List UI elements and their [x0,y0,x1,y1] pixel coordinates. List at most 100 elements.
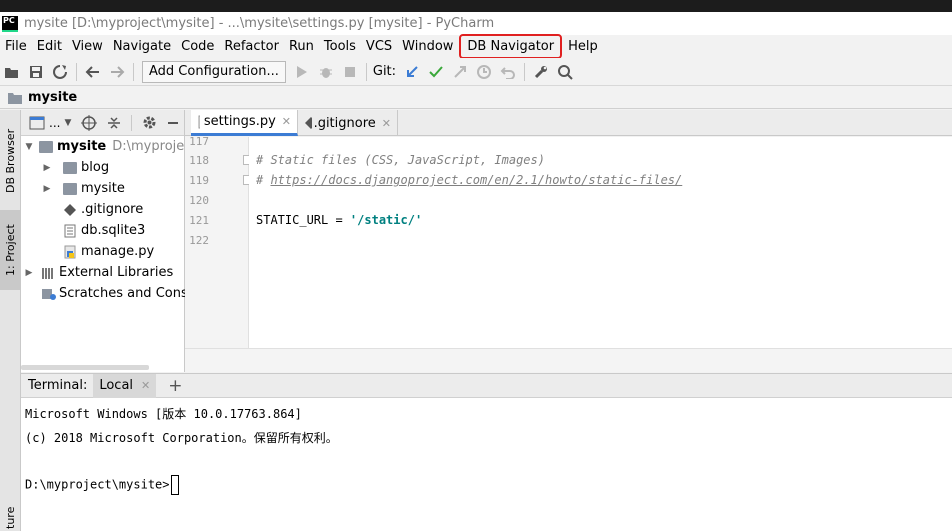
menu-bar: File Edit View Navigate Code Refactor Ru… [0,34,952,59]
terminal-title: Terminal: [28,378,88,393]
add-configuration-button[interactable]: Add Configuration... [142,60,286,83]
breadcrumb-project[interactable]: mysite [28,90,77,105]
tree-item-external-libraries[interactable]: ▶ External Libraries [23,262,174,283]
wrench-settings-icon[interactable] [530,61,552,83]
stop-icon[interactable] [339,61,361,83]
git-commit-icon[interactable] [425,61,447,83]
close-icon[interactable]: ✕ [141,379,150,392]
pycharm-logo-icon: PC [2,15,18,32]
tab-label: .gitignore [313,115,376,131]
menu-view[interactable]: View [67,35,108,58]
python-file-icon [64,245,76,258]
sync-icon[interactable] [49,61,71,83]
forward-arrow-icon[interactable] [106,61,128,83]
tree-item-label: .gitignore [81,202,144,217]
docs-link[interactable]: https://docs.djangoproject.com/en/2.1/ho… [270,173,682,187]
navigation-bar: mysite [0,87,952,109]
menu-vcs[interactable]: VCS [361,35,397,58]
collapse-all-icon[interactable] [107,115,121,131]
toolbar-separator [524,62,526,81]
tab-settings-py[interactable]: settings.py ✕ [191,110,298,136]
horizontal-scrollbar[interactable] [21,365,149,370]
folder-icon [63,161,77,174]
history-icon[interactable] [473,61,495,83]
terminal-header: Terminal: Local ✕ + [21,373,952,398]
menu-tools[interactable]: Tools [319,35,361,58]
close-icon[interactable]: ✕ [382,117,391,130]
menu-db-navigator[interactable]: DB Navigator [459,34,563,59]
header-separator [131,114,133,131]
title-bar: PC mysite [D:\myproject\mysite] - ...\my… [0,12,952,35]
code-text: STATIC_URL = [256,213,350,227]
back-arrow-icon[interactable] [82,61,104,83]
line-number: 119 [189,174,209,187]
tree-item-blog[interactable]: ▶ blog [41,157,110,178]
collapsed-arrow-icon[interactable]: ▶ [41,184,53,194]
menu-code[interactable]: Code [176,35,219,58]
terminal-line: Microsoft Windows [版本 10.0.17763.864] [25,407,302,421]
menu-navigate[interactable]: Navigate [108,35,176,58]
toolbar-separator [76,62,77,81]
line-number: 120 [189,194,209,207]
editor-footer [185,348,952,372]
folder-icon [63,182,77,195]
locate-target-icon[interactable] [81,114,98,131]
gear-icon[interactable] [142,115,157,130]
structure-tool-tab[interactable]: ture [0,505,21,531]
menu-edit[interactable]: Edit [32,35,67,58]
menu-refactor[interactable]: Refactor [219,35,284,58]
tree-item-root[interactable]: ▼ mysite D:\myproject [23,136,197,157]
terminal-tab-local[interactable]: Local ✕ [93,373,157,398]
menu-window[interactable]: Window [397,35,458,58]
menu-file[interactable]: File [0,35,32,58]
git-file-icon [305,117,312,129]
project-panel: ... ▼ ▼ mysite D:\myproject ▶ blog ▶ mys… [21,110,197,372]
git-update-icon[interactable] [401,61,423,83]
tab-gitignore[interactable]: .gitignore ✕ [298,110,398,136]
tree-item-label: Scratches and Conso [59,286,196,301]
expanded-arrow-icon[interactable]: ▼ [23,142,35,152]
comment-prefix: # [256,173,271,187]
debug-icon[interactable] [315,61,337,83]
search-icon[interactable] [554,61,576,83]
editor-tab-bar: settings.py ✕ .gitignore ✕ [185,110,952,136]
tree-item-scratches[interactable]: Scratches and Conso [41,283,196,304]
tree-item-label: manage.py [81,244,155,259]
new-terminal-plus-icon[interactable]: + [168,376,182,396]
code-line-119: # https://docs.djangoproject.com/en/2.1/… [256,173,682,187]
project-tool-tab[interactable]: 1: Project [0,210,21,290]
git-push-icon[interactable] [449,61,471,83]
line-number: 122 [189,234,209,247]
menu-run[interactable]: Run [284,35,319,58]
run-icon[interactable] [291,61,313,83]
tree-item-db[interactable]: db.sqlite3 [63,220,145,241]
db-browser-tab[interactable]: DB Browser [0,116,21,206]
line-number: 117 [189,135,209,145]
collapsed-arrow-icon[interactable]: ▶ [23,268,35,278]
project-view-icon[interactable] [29,116,45,130]
menu-help[interactable]: Help [563,35,603,58]
code-line-118: # Static files (CSS, JavaScript, Images) [256,153,545,167]
hide-panel-icon[interactable] [167,117,179,129]
tree-item-manage[interactable]: manage.py [63,241,154,262]
tab-label: settings.py [203,114,276,129]
code-editor[interactable]: # Static files (CSS, JavaScript, Images)… [249,137,952,348]
terminal-output[interactable]: Microsoft Windows [版本 10.0.17763.864] (c… [21,398,952,531]
tree-item-gitignore[interactable]: .gitignore [63,199,143,220]
project-tab-label: 1: Project [4,224,17,276]
collapsed-arrow-icon[interactable]: ▶ [41,163,53,173]
dropdown-arrow-icon[interactable]: ▼ [64,118,71,128]
save-icon[interactable] [25,61,47,83]
project-view-dropdown[interactable]: ... [49,116,60,130]
rollback-icon[interactable] [497,61,519,83]
tree-item-path: D:\myproject [112,139,197,154]
tree-item-mysite[interactable]: ▶ mysite [41,178,125,199]
tree-item-label: mysite [81,181,125,196]
open-folder-icon[interactable] [1,61,23,83]
code-line-121: STATIC_URL = '/static/' [256,213,422,227]
project-panel-header: ... ▼ [21,110,184,136]
close-icon[interactable]: ✕ [282,115,291,128]
tree-item-label: mysite [57,139,107,154]
folder-icon [8,92,22,104]
folder-icon [39,140,53,153]
